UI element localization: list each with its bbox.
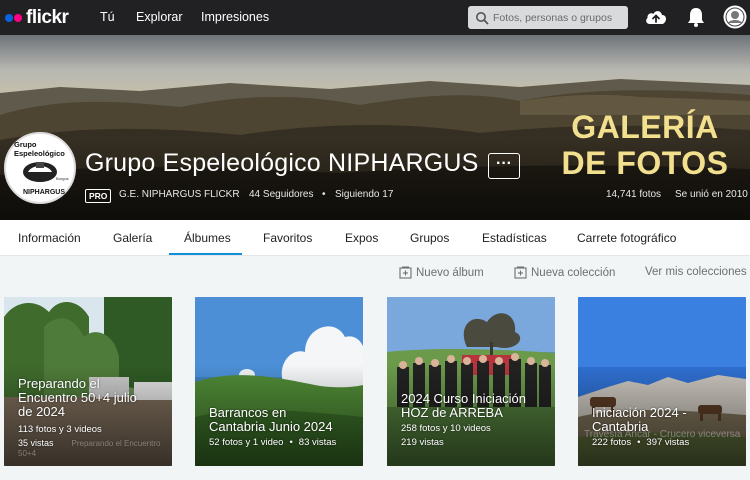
album-card[interactable]: Barrancos en Cantabria Junio 2024 52 fot…: [195, 297, 363, 466]
screen-name: G.E. NIPHARGUS FLICKR: [119, 189, 240, 200]
flickr-logo[interactable]: flickr: [5, 6, 69, 29]
avatar-text-mid: Burgos: [56, 176, 69, 181]
group-avatar[interactable]: Grupo Espeleológico Burgos NIPHARGUS: [4, 132, 76, 204]
stats-separator: •: [289, 437, 293, 448]
album-views-text: 35 vistas: [18, 438, 54, 448]
album-title-line: Barrancos en: [209, 405, 287, 420]
album-title-line: Iniciación 2024 -: [592, 405, 687, 420]
followers-link[interactable]: 44 Seguidores: [249, 189, 314, 200]
album-title-line: Encuentro 50+4 julio: [18, 390, 137, 405]
avatar-text-bottom: NIPHARGUS: [23, 189, 66, 196]
album-card[interactable]: 2024 Curso Iniciación HOZ de ARREBA 258 …: [387, 297, 555, 466]
search-box[interactable]: [468, 6, 628, 29]
album-title-line: Cantabria Junio 2024: [209, 419, 333, 434]
album-counts: 258 fotos y 10 videos: [401, 423, 491, 434]
new-collection-button[interactable]: Nueva colección: [514, 266, 615, 279]
tab-camera-roll[interactable]: Carrete fotográfico: [577, 231, 676, 245]
new-album-label: Nuevo álbum: [416, 266, 484, 279]
album-card[interactable]: Iniciación 2024 - Cantabria 222 fotos • 39…: [578, 297, 746, 466]
album-title: 2024 Curso Iniciación HOZ de ARREBA: [401, 392, 526, 420]
bell-icon[interactable]: [686, 6, 706, 28]
album-views: 83 vistas: [298, 437, 337, 448]
more-options-button[interactable]: ···: [488, 153, 520, 179]
nav-link-prints[interactable]: Impresiones: [201, 10, 269, 24]
upload-cloud-icon[interactable]: [644, 6, 668, 28]
album-card[interactable]: Preparando el Encuentro 50+4 julio de 20…: [4, 297, 172, 466]
album-title-line: HOZ de ARREBA: [401, 405, 503, 420]
avatar-emblem-icon: [23, 162, 57, 182]
album-title-line: de 2024: [18, 404, 65, 419]
logo-dot-blue: [5, 13, 13, 22]
search-icon: [476, 11, 489, 24]
top-nav: flickr Tú Explorar Impresiones: [0, 0, 750, 35]
nav-link-you[interactable]: Tú: [100, 10, 115, 24]
cover-caption-line1: GALERÍA: [571, 109, 719, 145]
album-title: Preparando el Encuentro 50+4 julio de 20…: [18, 377, 137, 419]
new-collection-label: Nueva colección: [531, 266, 616, 279]
profile-tabs: Información Galería Álbumes Favoritos Ex…: [0, 220, 750, 256]
tab-gallery[interactable]: Galería: [113, 231, 152, 245]
photo-count: 14,741 fotos: [606, 189, 662, 200]
active-tab-indicator: [169, 253, 242, 255]
new-album-button[interactable]: Nuevo álbum: [399, 266, 484, 279]
album-counts: 52 fotos y 1 video • 83 vistas: [209, 437, 336, 448]
avatar[interactable]: [723, 5, 747, 29]
logo-text: flickr: [26, 6, 69, 28]
view-collections-link[interactable]: Ver mis colecciones: [645, 266, 747, 278]
following-link[interactable]: Siguiendo 17: [335, 189, 393, 200]
album-title-line: 2024 Curso Iniciación: [401, 391, 527, 406]
joined-date: Se unió en 2010: [675, 189, 748, 200]
cover-caption-line2: DE FOTOS: [561, 145, 729, 181]
nav-link-explore[interactable]: Explorar: [136, 10, 183, 24]
cover-photo: Grupo Espeleológico Burgos NIPHARGUS Gru…: [0, 35, 750, 220]
album-views: 35 vistas Preparando el Encuentro 50+4: [18, 438, 172, 458]
album-counts-text: 52 fotos y 1 video: [209, 437, 284, 448]
tab-stats[interactable]: Estadísticas: [482, 231, 547, 245]
logo-dot-pink: [14, 13, 22, 22]
tab-about[interactable]: Información: [18, 231, 81, 245]
meta-separator: •: [322, 189, 326, 200]
tab-groups[interactable]: Grupos: [410, 231, 449, 245]
pro-badge: PRO: [85, 189, 112, 203]
cover-caption: GALERÍA DE FOTOS: [560, 109, 730, 181]
album-title: Barrancos en Cantabria Junio 2024: [209, 406, 333, 434]
tab-albums[interactable]: Álbumes: [184, 231, 231, 245]
view-collections-label: Ver mis colecciones: [645, 266, 747, 278]
album-title-line: Preparando el: [18, 376, 100, 391]
tab-galleries[interactable]: Expos: [345, 231, 378, 245]
tab-faves[interactable]: Favoritos: [263, 231, 312, 245]
search-input[interactable]: [493, 11, 623, 24]
add-collection-icon: [514, 266, 527, 279]
album-watermark: Travesía Ancar - Crucero viceversa: [584, 429, 741, 440]
add-album-icon: [399, 266, 412, 279]
album-counts: 113 fotos y 3 videos: [18, 424, 102, 435]
album-views: 219 vistas: [401, 437, 444, 448]
group-name: Grupo Espeleológico NIPHARGUS: [85, 149, 479, 177]
